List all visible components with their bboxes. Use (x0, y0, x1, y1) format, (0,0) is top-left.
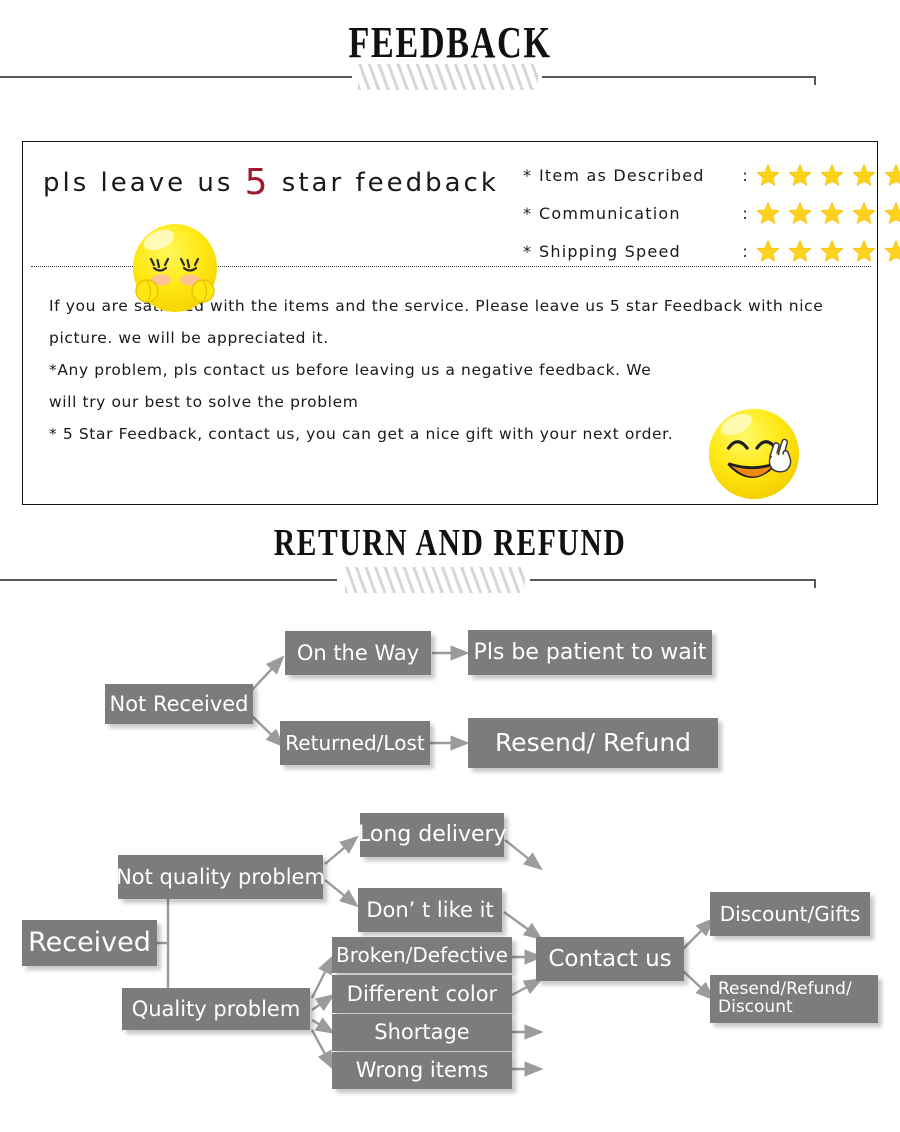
rating-colon: : (742, 165, 749, 185)
node-label: Long delivery (358, 822, 507, 848)
rating-row-shipping-speed: * Shipping Speed : (523, 232, 900, 270)
node-different-color[interactable]: Different color (332, 975, 512, 1013)
node-label: Quality problem (131, 996, 301, 1021)
divider-rule-left (0, 76, 352, 78)
divider-feedback (0, 62, 900, 92)
node-broken-defective[interactable]: Broken/Defective (332, 937, 512, 973)
headline-text-after: star feedback (270, 168, 499, 198)
node-label: Resend/ Refund (494, 727, 692, 757)
node-label: Not Received (109, 691, 249, 716)
divider-rule-right (542, 76, 815, 78)
node-shortage[interactable]: Shortage (332, 1014, 512, 1051)
rating-row-communication: * Communication : (523, 194, 900, 232)
node-label: Pls be patient to wait (473, 639, 707, 665)
divider-rule-right (530, 579, 815, 581)
star-rating-5 (755, 239, 900, 264)
node-label: Not quality problem (116, 864, 325, 889)
node-label: Returned/Lost (285, 730, 425, 755)
node-not-quality-problem[interactable]: Not quality problem (116, 855, 325, 899)
node-label-line2: Discount (718, 997, 793, 1017)
feedback-headline: pls leave us 5 star feedback (43, 162, 499, 203)
node-not-received[interactable]: Not Received (105, 684, 253, 724)
node-label: Shortage (374, 1020, 470, 1045)
node-label: Contact us (548, 945, 672, 972)
rating-colon: : (742, 203, 749, 223)
node-long-delivery[interactable]: Long delivery (358, 813, 507, 857)
divider-return (0, 565, 900, 595)
smiling-peace-sign-emoji (705, 405, 803, 503)
feedback-body-line: picture. we will be appreciated it. (49, 329, 329, 347)
divider-rule-left (0, 579, 337, 581)
page-title-return-and-refund: RETURN AND REFUND (273, 522, 627, 564)
node-discount-gifts[interactable]: Discount/Gifts (710, 892, 870, 936)
divider-hatch (345, 567, 525, 593)
star-rating-5 (755, 201, 900, 226)
rating-list: * Item as Described : * Communication : (523, 156, 900, 270)
node-contact-us[interactable]: Contact us (536, 937, 684, 981)
node-label: Broken/Defective (336, 942, 508, 967)
shy-blushing-emoji (125, 218, 225, 323)
headline-text-before: pls leave us (43, 168, 245, 198)
return-refund-flowchart: Not Received On the Way Pls be patient t… (0, 600, 900, 1100)
asterisk-icon: * (523, 241, 533, 261)
divider-end-tick (814, 579, 816, 588)
node-resend-refund-discount[interactable]: Resend/Refund/ Discount (710, 975, 878, 1023)
page-title-feedback: FEEDBACK (348, 18, 552, 67)
node-label: Different color (346, 981, 498, 1006)
node-returned-lost[interactable]: Returned/Lost (280, 721, 430, 765)
node-received[interactable]: Received (22, 920, 157, 966)
node-on-the-way[interactable]: On the Way (285, 631, 431, 675)
node-dont-like-it[interactable]: Don’ t like it (358, 888, 502, 932)
asterisk-icon: * (523, 165, 533, 185)
node-label: Discount/Gifts (719, 901, 861, 926)
node-resend-refund[interactable]: Resend/ Refund (468, 718, 718, 768)
rating-label: Shipping Speed (539, 241, 681, 261)
rating-row-item-as-described: * Item as Described : (523, 156, 900, 194)
asterisk-icon: * (523, 203, 533, 223)
star-rating-5 (755, 163, 900, 188)
divider-end-tick (814, 76, 816, 85)
node-wrong-items[interactable]: Wrong items (332, 1052, 512, 1089)
node-label: Don’ t like it (366, 897, 494, 922)
node-label: Wrong items (355, 1058, 489, 1083)
node-pls-be-patient-to-wait[interactable]: Pls be patient to wait (468, 630, 712, 675)
divider-hatch (358, 64, 538, 90)
node-label: On the Way (296, 640, 420, 665)
rating-colon: : (742, 241, 749, 261)
rating-label: Item as Described (539, 165, 705, 185)
feedback-body-line: *Any problem, pls contact us before leav… (49, 361, 652, 379)
headline-star-count: 5 (244, 162, 271, 203)
rating-label: Communication (539, 203, 681, 223)
node-quality-problem[interactable]: Quality problem (122, 988, 310, 1030)
node-label: Received (28, 926, 151, 958)
